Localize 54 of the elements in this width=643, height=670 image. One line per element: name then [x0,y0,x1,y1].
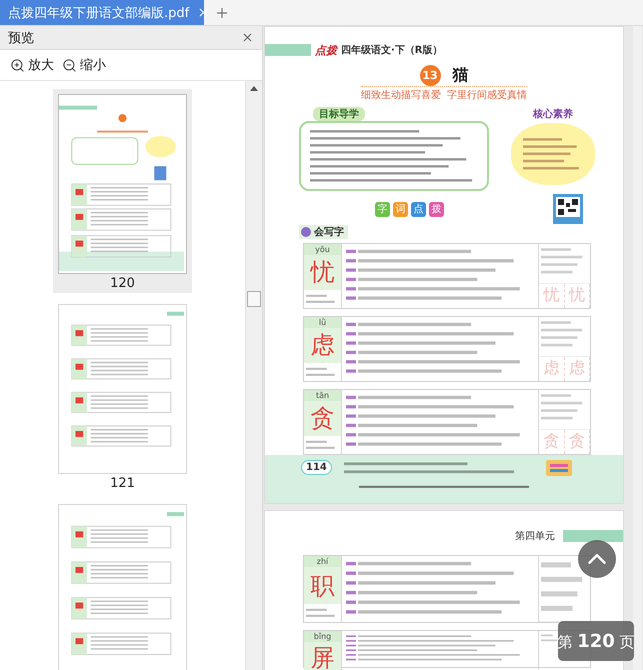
text-lines-drawing [541,633,559,643]
page-thumbnail[interactable] [58,94,187,274]
close-icon[interactable] [241,31,254,44]
character-label: 职 [304,567,341,604]
zoom-out-button[interactable]: 缩小 [62,56,106,74]
header-bar [265,44,311,56]
bullet-icon [301,226,311,237]
thumbnail-item[interactable]: 120 [53,89,192,293]
scroll-thumb[interactable] [247,291,261,307]
scroll-up-icon[interactable] [250,86,258,91]
scrollbar[interactable] [633,26,642,670]
lesson-number: 13 [420,65,440,86]
zoom-in-icon [10,58,25,72]
page-label: 121 [110,476,135,491]
banner-tile: 词 [393,202,408,217]
panel-title: 预览 [8,30,34,46]
badge-icon [546,460,572,476]
section-heading: 会写字 [299,224,348,239]
zoom-out-icon [62,58,77,72]
tracing-character: 忧 [539,284,564,308]
core-heading: 核心素养 [533,107,573,122]
banner-tile: 拨 [429,202,444,217]
banner-tile: 字 [375,202,390,217]
character-label: 忧 [304,254,341,290]
banner-tile: 点 [411,202,426,217]
zoom-in-button[interactable]: 放大 [10,56,54,74]
qr-code-icon [553,194,583,224]
pinyin-label: bǐng [304,631,341,642]
logo: 点拨 [315,42,337,58]
character-label: 贪 [304,400,341,436]
header-bar [563,530,623,542]
page-number: 114 [301,460,332,476]
page-indicator: 第 120 页 [558,621,634,661]
thumbnail-item[interactable]: 121 [53,299,192,493]
pinyin-label: lǜ [304,316,341,328]
tracing-character: 虑 [564,356,590,381]
unit-label: 第四单元 [515,530,555,543]
tracing-character: 忧 [564,284,590,308]
character-label: 虑 [304,328,341,363]
pinyin-label: yōu [304,244,341,255]
tracing-character: 虑 [539,356,564,381]
tracing-character: 贪 [539,430,564,454]
pinyin-label: zhí [304,556,341,567]
goals-heading: 目标导学 [313,107,365,122]
page-header: 四年级语文·下（R版） [341,44,442,57]
lesson-title: 猫 [452,65,468,86]
page-thumbnail[interactable] [58,304,187,474]
scrollbar[interactable] [245,81,262,670]
character-label: 屏 [304,642,341,670]
close-icon[interactable] [197,6,210,19]
tracing-character: 贪 [564,430,590,454]
lesson-subtitle: 细致生动描写喜爱 字里行间感受真情 [360,86,528,102]
page-label: 120 [110,276,135,291]
pinyin-label: tān [304,390,341,401]
